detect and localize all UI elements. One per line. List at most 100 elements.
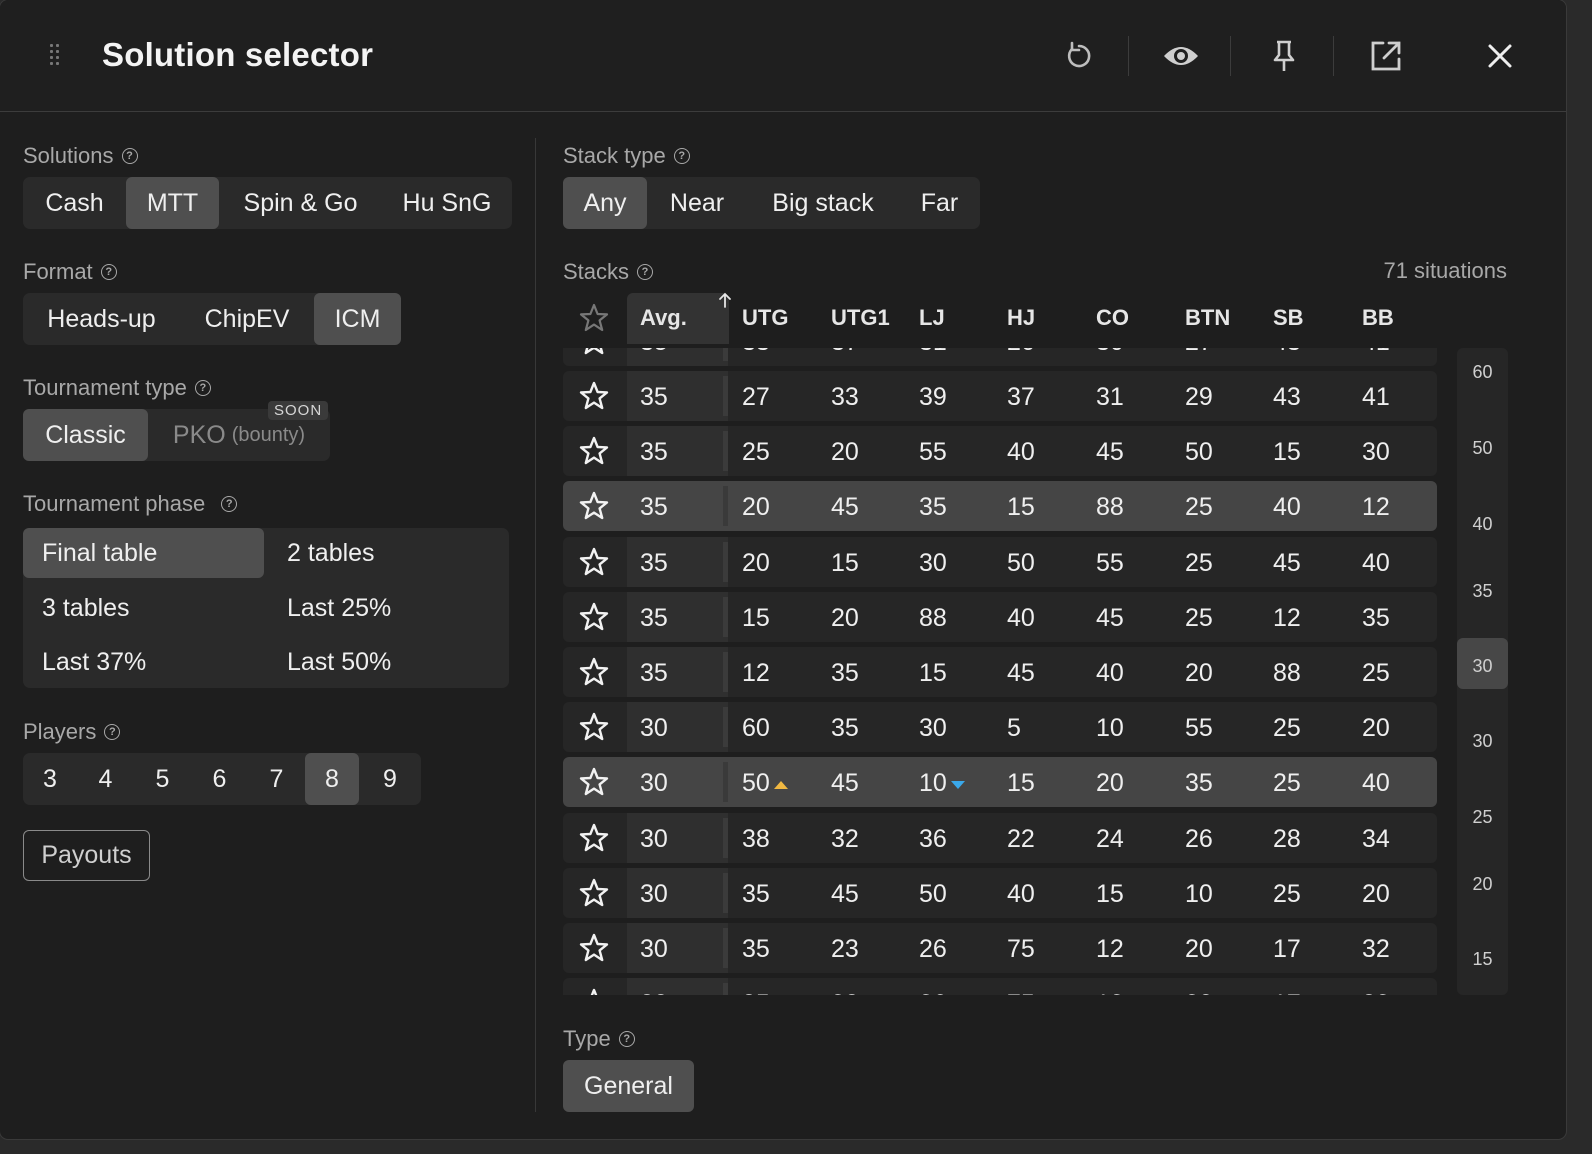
- star-icon[interactable]: [578, 932, 610, 964]
- stack-type-any[interactable]: Any: [563, 177, 647, 229]
- help-icon[interactable]: ?: [100, 264, 117, 280]
- star-icon[interactable]: [578, 822, 610, 854]
- phase-option-last-50[interactable]: Last 50%: [268, 637, 509, 687]
- column-header-hj[interactable]: HJ: [1007, 305, 1035, 331]
- pin-button[interactable]: [1260, 32, 1308, 80]
- stack-scale-bar[interactable]: 60 50 40 35 30 30 25 20 15: [1457, 348, 1508, 995]
- column-header-sb[interactable]: SB: [1273, 305, 1304, 331]
- phase-option-last-25[interactable]: Last 25%: [268, 583, 509, 633]
- stack-type-big-stack[interactable]: Big stack: [747, 177, 899, 229]
- players-option-9[interactable]: 9: [359, 753, 421, 805]
- scale-tick[interactable]: 25: [1457, 807, 1508, 828]
- cell-avg: 35: [640, 603, 668, 632]
- column-header-bb[interactable]: BB: [1362, 305, 1394, 331]
- star-icon[interactable]: [578, 987, 610, 995]
- tournament-phase-label: Tournament phase?: [23, 491, 238, 517]
- phase-option-3-tables[interactable]: 3 tables: [23, 583, 264, 633]
- type-selector: General: [563, 1060, 694, 1112]
- cell-stack: 30: [1362, 438, 1390, 467]
- players-option-5[interactable]: 5: [134, 753, 191, 805]
- cell-stack: 15: [919, 659, 947, 687]
- solution-option-hu-sng[interactable]: Hu SnG: [382, 177, 512, 229]
- cell-stack: 25: [1185, 493, 1213, 522]
- cell-stack: 31: [1096, 383, 1124, 411]
- scale-tick[interactable]: 15: [1457, 949, 1508, 970]
- players-option-4[interactable]: 4: [77, 753, 134, 805]
- table-row[interactable]: 35 25 20 55 40 45 50 15 30: [563, 426, 1437, 477]
- scale-tick[interactable]: 60: [1457, 362, 1508, 383]
- star-icon[interactable]: [578, 302, 610, 334]
- stack-type-far[interactable]: Far: [899, 177, 980, 229]
- solution-option-cash[interactable]: Cash: [23, 177, 126, 229]
- table-row[interactable]: 35 15 20 88 40 45 25 12 35: [563, 591, 1437, 642]
- table-row[interactable]: 35 20 45 35 15 88 25 40 12: [563, 481, 1437, 532]
- refresh-button[interactable]: [1055, 32, 1103, 80]
- star-icon[interactable]: [578, 877, 610, 909]
- type-option-general[interactable]: General: [563, 1060, 694, 1112]
- table-row[interactable]: 30 35 45 50 40 15 10 25 20: [563, 867, 1437, 918]
- column-header-utg[interactable]: UTG: [742, 305, 788, 331]
- stack-type-near[interactable]: Near: [647, 177, 747, 229]
- solution-option-spin-go[interactable]: Spin & Go: [219, 177, 382, 229]
- close-button[interactable]: [1476, 32, 1524, 80]
- format-option-chipev[interactable]: ChipEV: [180, 293, 314, 345]
- cell-stack: 15: [1273, 438, 1301, 467]
- column-header-lj[interactable]: LJ: [919, 305, 945, 331]
- stacks-table[interactable]: 35 33 37 31 26 30 27 43 41 35 27 33 39 37 31 29 43 41 35 25…: [563, 348, 1437, 995]
- star-icon[interactable]: [578, 435, 610, 467]
- tournament-type-classic[interactable]: Classic: [23, 409, 148, 461]
- scale-tick[interactable]: 35: [1457, 581, 1508, 602]
- format-option-icm[interactable]: ICM: [314, 293, 401, 345]
- column-header-btn[interactable]: BTN: [1185, 305, 1230, 331]
- phase-option-2-tables[interactable]: 2 tables: [268, 528, 509, 578]
- star-icon[interactable]: [578, 348, 610, 357]
- cell-stack: 25: [1185, 548, 1213, 577]
- players-option-6[interactable]: 6: [191, 753, 248, 805]
- visibility-button[interactable]: [1157, 32, 1205, 80]
- star-icon[interactable]: [578, 711, 610, 743]
- table-row-partial[interactable]: 30 35 23 26 75 12 20 17 32: [563, 978, 1437, 995]
- table-row[interactable]: 35 27 33 39 37 31 29 43 41: [563, 371, 1437, 421]
- column-header-avg[interactable]: Avg.: [640, 305, 687, 331]
- payouts-button[interactable]: Payouts: [23, 830, 150, 881]
- scale-tick[interactable]: 30: [1457, 656, 1508, 677]
- column-header-co[interactable]: CO: [1096, 305, 1129, 331]
- star-icon[interactable]: [578, 546, 610, 578]
- help-icon[interactable]: ?: [221, 496, 238, 512]
- drag-handle-icon[interactable]: [48, 42, 62, 70]
- phase-option-final-table[interactable]: Final table: [23, 528, 264, 578]
- players-option-7[interactable]: 7: [248, 753, 305, 805]
- table-row[interactable]: 30 50 45 10 15 20 35 25 40: [563, 757, 1437, 808]
- help-icon[interactable]: ?: [121, 148, 138, 164]
- star-icon[interactable]: [578, 766, 610, 798]
- star-icon[interactable]: [578, 490, 610, 522]
- star-icon[interactable]: [578, 601, 610, 633]
- scale-tick[interactable]: 30: [1457, 731, 1508, 752]
- star-icon[interactable]: [578, 656, 610, 688]
- cell-avg: 30: [640, 879, 668, 908]
- scale-tick[interactable]: 40: [1457, 514, 1508, 535]
- solution-option-mtt[interactable]: MTT: [126, 177, 219, 229]
- players-option-3[interactable]: 3: [23, 753, 77, 805]
- help-icon[interactable]: ?: [618, 1031, 635, 1047]
- table-row-partial[interactable]: 35 33 37 31 26 30 27 43 41: [563, 348, 1437, 366]
- star-icon[interactable]: [578, 380, 610, 412]
- players-option-8[interactable]: 8: [305, 753, 359, 805]
- open-external-button[interactable]: [1362, 32, 1410, 80]
- help-icon[interactable]: ?: [637, 264, 654, 280]
- cell-stack: 20: [742, 548, 770, 577]
- scale-tick[interactable]: 50: [1457, 438, 1508, 459]
- table-row[interactable]: 30 60 35 30 5 10 55 25 20: [563, 702, 1437, 753]
- table-row[interactable]: 30 35 23 26 75 12 20 17 32: [563, 923, 1437, 973]
- table-row[interactable]: 30 38 32 36 22 24 26 28 34: [563, 812, 1437, 863]
- scale-tick[interactable]: 20: [1457, 874, 1508, 895]
- format-option-heads-up[interactable]: Heads-up: [23, 293, 180, 345]
- help-icon[interactable]: ?: [194, 380, 211, 396]
- table-row[interactable]: 35 12 35 15 45 40 20 88 25: [563, 647, 1437, 697]
- help-icon[interactable]: ?: [104, 724, 121, 740]
- table-row[interactable]: 35 20 15 30 50 55 25 45 40: [563, 536, 1437, 587]
- stack-type-selector: Any Near Big stack Far: [563, 177, 980, 229]
- column-header-utg1[interactable]: UTG1: [831, 305, 890, 331]
- phase-option-last-37[interactable]: Last 37%: [23, 637, 264, 687]
- help-icon[interactable]: ?: [673, 148, 690, 164]
